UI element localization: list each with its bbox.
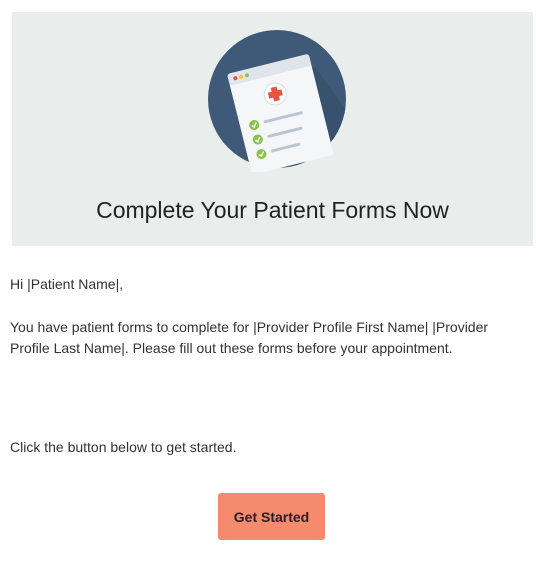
intro-paragraph: You have patient forms to complete for |… (10, 319, 489, 356)
cta-instruction-text: Click the button below to get started. (10, 439, 237, 455)
patient-form-clipboard-icon (208, 30, 346, 172)
greeting-text: Hi |Patient Name|, (10, 276, 124, 292)
hero-banner: Complete Your Patient Forms Now (12, 12, 533, 246)
get-started-button[interactable]: Get Started (218, 493, 325, 540)
page-title: Complete Your Patient Forms Now (96, 197, 449, 223)
